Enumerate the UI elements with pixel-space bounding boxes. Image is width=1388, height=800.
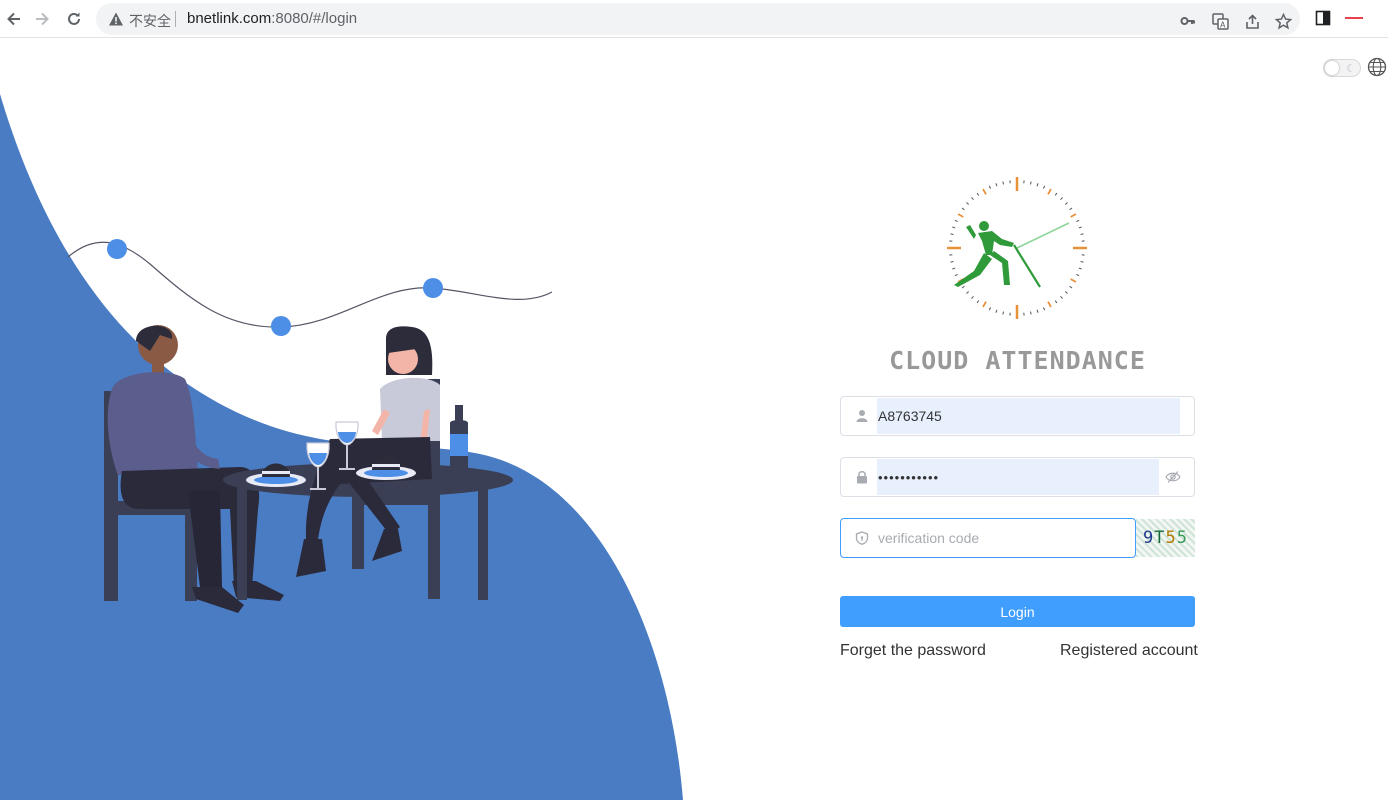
clock-tick bbox=[1076, 219, 1080, 223]
captcha-char: 9 bbox=[1143, 528, 1155, 548]
url-text[interactable]: bnetlink.com:8080/#/login bbox=[187, 10, 357, 27]
clock-tick bbox=[1064, 291, 1068, 294]
clock-tick bbox=[1047, 301, 1052, 308]
url-host: bnetlink.com bbox=[187, 10, 272, 27]
clock-tick bbox=[995, 183, 998, 187]
clock-tick bbox=[976, 192, 980, 196]
clock-tick bbox=[1036, 183, 1039, 187]
url-path: :8080/#/login bbox=[271, 10, 358, 27]
password-input[interactable] bbox=[877, 459, 1159, 495]
clock-tick bbox=[954, 219, 958, 223]
reload-icon[interactable] bbox=[62, 7, 86, 31]
clock-tick bbox=[954, 273, 958, 277]
clock-tick bbox=[957, 213, 964, 218]
clock-tick bbox=[1047, 188, 1052, 195]
clock-tick bbox=[1076, 273, 1080, 277]
clock-tick bbox=[1078, 267, 1082, 270]
verification-code-field[interactable] bbox=[840, 518, 1136, 558]
clock-tick bbox=[995, 309, 998, 313]
login-button[interactable]: Login bbox=[840, 596, 1195, 627]
clock-tick bbox=[1030, 181, 1032, 185]
clock-tick bbox=[1030, 311, 1032, 315]
clock-tick bbox=[971, 197, 974, 201]
insecure-label[interactable]: 不安全 bbox=[129, 11, 171, 31]
forget-password-link[interactable]: Forget the password bbox=[840, 642, 986, 660]
captcha-char: 5 bbox=[1165, 528, 1177, 548]
clock-tick bbox=[1054, 300, 1058, 304]
hero-illustration bbox=[0, 94, 683, 800]
shield-icon bbox=[855, 531, 869, 545]
toggle-knob bbox=[1325, 61, 1339, 75]
clock-tick bbox=[1070, 213, 1077, 218]
clock-tick bbox=[1042, 185, 1046, 189]
lock-icon bbox=[857, 471, 867, 484]
clock-tick bbox=[966, 291, 970, 294]
light-bulb bbox=[271, 316, 291, 336]
clock-tick bbox=[966, 202, 970, 205]
register-account-link[interactable]: Registered account bbox=[1060, 642, 1198, 660]
svg-text:A: A bbox=[1220, 20, 1226, 29]
login-page: ☾ CLOUD ATTENDANCE A8763745 ••••••••••• … bbox=[0, 39, 1388, 800]
clock-tick bbox=[971, 295, 974, 299]
address-bar[interactable]: 不安全 bnetlink.com:8080/#/login A bbox=[96, 3, 1300, 35]
clock-tick bbox=[1036, 309, 1039, 313]
clock-tick bbox=[1069, 285, 1073, 289]
clock-tick bbox=[952, 226, 956, 229]
globe-icon[interactable] bbox=[1367, 57, 1387, 77]
star-icon[interactable] bbox=[1273, 11, 1293, 31]
clock-tick bbox=[1069, 207, 1073, 211]
clock-tick bbox=[952, 267, 956, 270]
clock-tick bbox=[982, 188, 987, 195]
eye-off-icon[interactable] bbox=[1165, 470, 1181, 484]
key-icon[interactable] bbox=[1178, 11, 1198, 31]
wine-bottle bbox=[450, 405, 468, 469]
clock-tick bbox=[988, 307, 992, 311]
clock-tick bbox=[961, 285, 965, 289]
theme-toggle[interactable]: ☾ bbox=[1323, 59, 1361, 77]
clock-tick bbox=[950, 233, 954, 235]
clock-tick bbox=[1080, 261, 1084, 263]
verification-code-input[interactable] bbox=[877, 520, 1127, 556]
clock-tick bbox=[961, 207, 965, 211]
clock-tick bbox=[1002, 311, 1004, 315]
username-input[interactable] bbox=[877, 398, 1180, 434]
light-bulb bbox=[423, 278, 443, 298]
fencer-icon bbox=[954, 221, 1014, 287]
clock-tick bbox=[976, 300, 980, 304]
minute-hand bbox=[1016, 222, 1070, 249]
warning-icon[interactable] bbox=[108, 11, 124, 27]
clock-tick bbox=[1002, 181, 1004, 185]
string-line bbox=[67, 241, 553, 328]
back-icon[interactable] bbox=[2, 7, 26, 31]
captcha-char: 5 bbox=[1176, 528, 1188, 548]
clock-tick bbox=[1078, 226, 1082, 229]
clock-tick bbox=[1060, 295, 1063, 299]
clock-tick bbox=[1060, 197, 1063, 201]
share-icon[interactable] bbox=[1242, 11, 1262, 31]
clock-tick bbox=[950, 261, 954, 263]
forward-icon[interactable] bbox=[30, 7, 54, 31]
light-bulb bbox=[107, 239, 127, 259]
url-separator bbox=[175, 11, 176, 27]
clock-tick bbox=[1080, 233, 1084, 235]
clock-tick bbox=[982, 301, 987, 308]
password-field[interactable] bbox=[840, 457, 1195, 497]
moon-icon: ☾ bbox=[1346, 62, 1356, 75]
captcha-image[interactable]: 9 T 5 5 bbox=[1136, 519, 1195, 557]
clock-tick bbox=[1054, 192, 1058, 196]
extension-icon[interactable] bbox=[1344, 8, 1364, 28]
page-title: CLOUD ATTENDANCE bbox=[889, 346, 1146, 375]
clock-tick bbox=[1064, 202, 1068, 205]
translate-icon[interactable]: A bbox=[1210, 11, 1230, 31]
hour-hand bbox=[1013, 244, 1041, 288]
cloud-attendance-logo bbox=[947, 177, 1087, 319]
clock-tick bbox=[1042, 307, 1046, 311]
sidepanel-icon[interactable] bbox=[1313, 8, 1333, 28]
browser-toolbar: 不安全 bnetlink.com:8080/#/login A bbox=[0, 0, 1388, 38]
clock-tick bbox=[1070, 278, 1077, 283]
username-field[interactable] bbox=[840, 396, 1195, 436]
clock-tick bbox=[988, 185, 992, 189]
captcha-char: T bbox=[1154, 528, 1166, 548]
user-icon bbox=[856, 410, 868, 422]
